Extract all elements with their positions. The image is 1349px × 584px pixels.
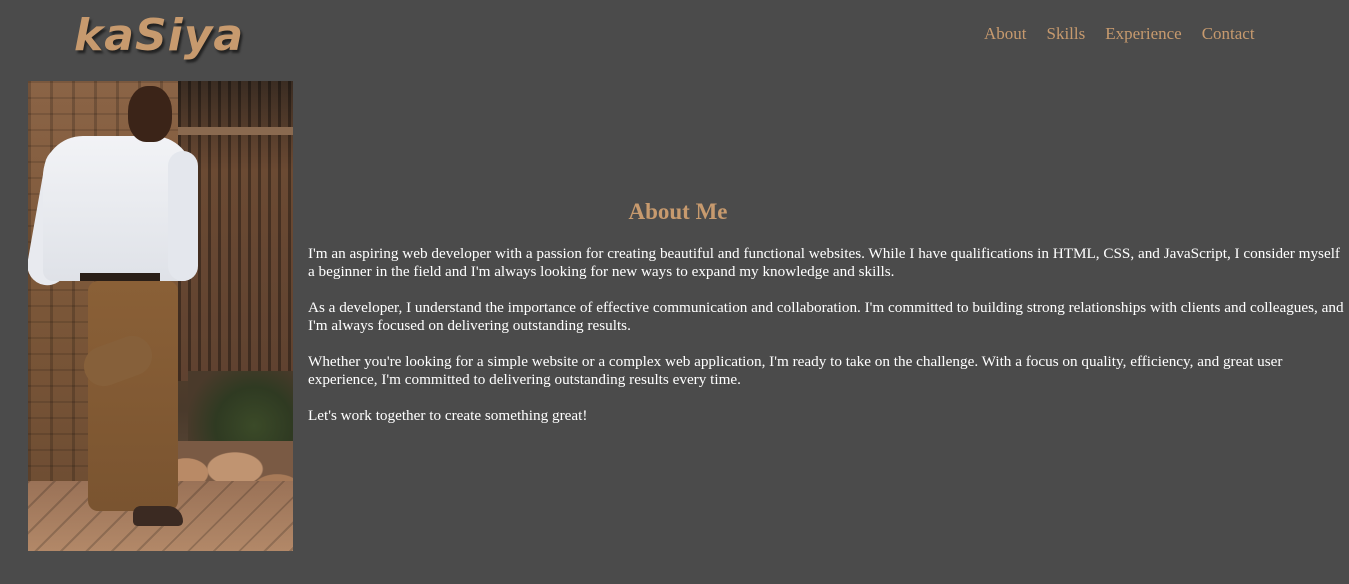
site-logo[interactable]: kaSiya <box>74 6 244 66</box>
photo-person-arm-right <box>168 151 198 281</box>
photo-rail <box>178 127 293 135</box>
nav-link-contact[interactable]: Contact <box>1202 23 1255 45</box>
about-paragraph-2: As a developer, I understand the importa… <box>308 299 1344 334</box>
main-nav: About Skills Experience Contact <box>984 22 1275 46</box>
photo-person-head <box>128 86 172 142</box>
about-title: About Me <box>628 199 728 224</box>
about-paragraph-4: Let's work together to create something … <box>308 407 588 424</box>
about-paragraph-3: Whether you're looking for a simple webs… <box>308 353 1283 388</box>
about-body: I'm an aspiring web developer with a pas… <box>308 245 1348 443</box>
page: kaSiya About Skills Experience Contact A… <box>0 0 1349 584</box>
nav-link-experience[interactable]: Experience <box>1105 23 1181 45</box>
photo-person-pants <box>88 281 178 511</box>
profile-photo <box>28 81 293 551</box>
photo-person-shoe <box>133 506 183 526</box>
photo-person-belt <box>80 273 160 281</box>
nav-link-about[interactable]: About <box>984 23 1027 45</box>
nav-link-skills[interactable]: Skills <box>1047 23 1086 45</box>
about-paragraph-1: I'm an aspiring web developer with a pas… <box>308 245 1340 280</box>
